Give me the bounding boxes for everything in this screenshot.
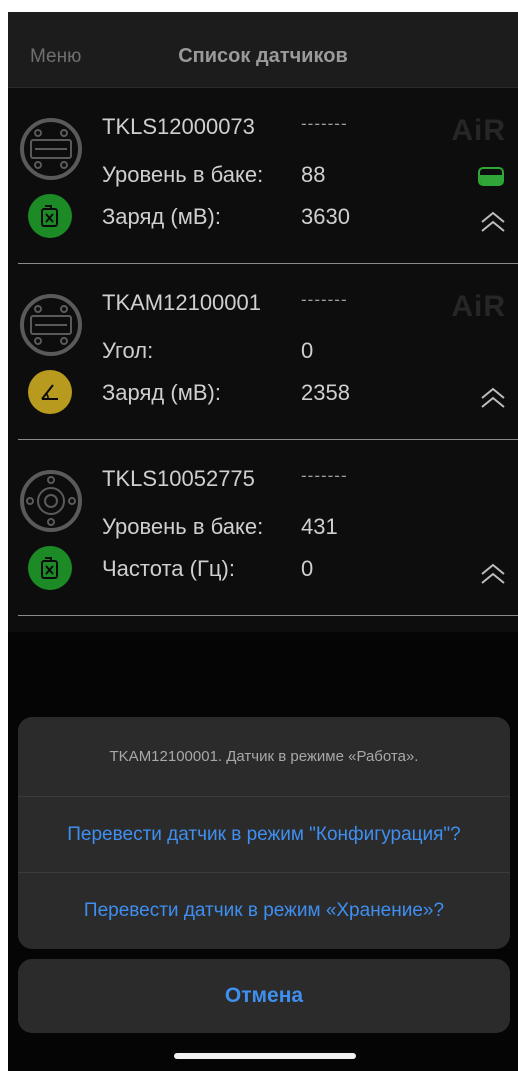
action-sheet-message: TKAM12100001. Датчик в режиме «Работа».: [18, 717, 510, 797]
sensor-status: -------: [301, 114, 348, 133]
storage-mode-button[interactable]: Перевести датчик в режим «Хранение»?: [18, 873, 510, 949]
lls-sensor-icon: [20, 294, 82, 356]
cancel-button[interactable]: Отмена: [18, 959, 510, 1033]
sensor-item[interactable]: TKAM12100001 ------- Угол: 0 Заряд (мВ):…: [8, 264, 518, 440]
sensor-status: -------: [301, 290, 348, 309]
sensor-row2-value: 88: [301, 162, 326, 187]
sensor-row3-value: 3630: [301, 204, 350, 229]
chevron-up-double-icon[interactable]: [478, 384, 508, 412]
sensor-row2-value: 0: [301, 338, 314, 363]
sensor-row3-label: Заряд (мВ):: [102, 204, 221, 229]
sensor-id: TKLS12000073: [102, 114, 255, 139]
navigation-bar: Меню Список датчиков: [8, 12, 518, 88]
sensor-row2-label: Уровень в баке:: [102, 514, 264, 539]
battery-fill: [480, 175, 502, 184]
air-logo: AiR: [451, 114, 506, 147]
sensor-status: -------: [301, 466, 348, 485]
config-mode-button[interactable]: Перевести датчик в режим "Конфигурация"?: [18, 797, 510, 873]
fuel-can-icon: [28, 546, 72, 590]
sensor-item[interactable]: TKLS12000073 ------- Уровень в баке: 88 …: [8, 88, 518, 264]
sensor-id: TKAM12100001: [102, 290, 261, 315]
home-indicator[interactable]: [174, 1053, 356, 1059]
sensor-row3-label: Заряд (мВ):: [102, 380, 221, 405]
action-sheet: TKAM12100001. Датчик в режиме «Работа». …: [18, 717, 510, 949]
flange-sensor-icon: [20, 470, 82, 532]
air-logo: AiR: [451, 290, 506, 323]
divider: [18, 615, 518, 616]
sensor-row2-value: 431: [301, 514, 338, 539]
sensor-row2-label: Уровень в баке:: [102, 162, 264, 187]
lls-sensor-icon: [20, 118, 82, 180]
sensor-id: TKLS10052775: [102, 466, 255, 491]
chevron-up-double-icon[interactable]: [478, 208, 508, 236]
sensor-item[interactable]: TKLS10052775 ------- Уровень в баке: 431…: [8, 440, 518, 616]
fuel-can-icon: [28, 194, 72, 238]
angle-icon: [28, 370, 72, 414]
sensor-row3-value: 2358: [301, 380, 350, 405]
sensor-list: TKLS12000073 ------- Уровень в баке: 88 …: [8, 88, 518, 616]
app-screen: Меню Список датчиков TKLS12000073 ------…: [8, 12, 518, 1071]
battery-icon: [478, 167, 504, 186]
sensor-row3-value: 0: [301, 556, 314, 581]
page-title: Список датчиков: [178, 45, 348, 67]
sensor-row2-label: Угол:: [102, 338, 154, 363]
sensor-row3-label: Частота (Гц):: [102, 556, 235, 581]
chevron-up-double-icon[interactable]: [478, 560, 508, 588]
